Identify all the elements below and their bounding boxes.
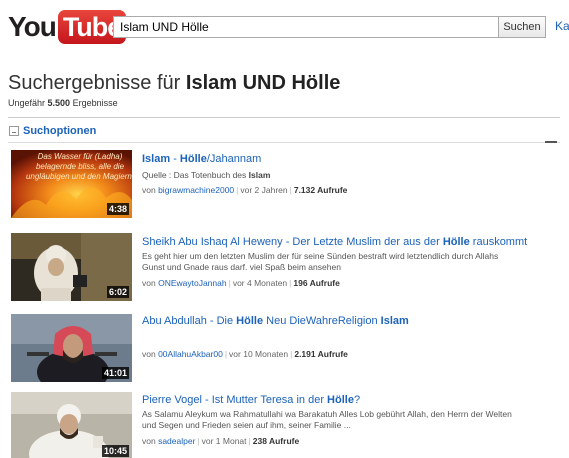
channel-link[interactable]: bigrawmachine2000 xyxy=(158,185,234,195)
desc-part: As Salamu Aleykum wa Rahmatullahi wa Bar… xyxy=(142,409,512,419)
title-part: Islam xyxy=(142,153,171,165)
video-meta: von sadealper | vor 1 Monat | 238 Aufrufe xyxy=(142,436,299,446)
video-description: Quelle : Das Totenbuch des Islam xyxy=(142,170,562,181)
video-title-link[interactable]: Islam - Hölle/Jahannam xyxy=(142,153,261,165)
title-part: Hölle xyxy=(179,153,207,165)
desc-part: Gunst und Gnade raus darf. viel Spaß bei… xyxy=(142,262,341,272)
title-part: Islam xyxy=(380,315,409,327)
title-part: Pierre Vogel - Ist Mutter Teresa in der xyxy=(142,394,328,406)
desc-part: Es geht hier um den letzten Muslim der f… xyxy=(142,251,499,261)
title-part: Neu DieWahreReligion xyxy=(263,315,381,327)
upload-age: vor 1 Monat xyxy=(201,436,247,446)
video-thumbnail[interactable]: 6:02 xyxy=(11,233,132,301)
separator: | xyxy=(197,436,200,446)
video-thumbnail[interactable]: Das Wasser für (Ladha) belagernde bliss,… xyxy=(11,150,132,218)
channel-link[interactable]: sadealper xyxy=(158,436,195,446)
search-input[interactable] xyxy=(113,16,498,38)
separator: | xyxy=(289,278,292,288)
upload-age: vor 2 Jahren xyxy=(240,185,288,195)
title-part: Hölle xyxy=(442,236,470,248)
video-title-link[interactable]: Pierre Vogel - Ist Mutter Teresa in der … xyxy=(142,394,360,406)
title-part: Abu Abdullah - Die xyxy=(142,315,237,327)
separator: | xyxy=(236,185,239,195)
video-meta: von bigrawmachine2000 | vor 2 Jahren | 7.132… xyxy=(142,185,347,195)
divider xyxy=(8,142,560,143)
view-count: 196 Aufrufe xyxy=(293,278,340,288)
title-prefix: Suchergebnisse für xyxy=(8,72,186,94)
title-part: ? xyxy=(353,394,361,406)
view-count: 7.132 Aufrufe xyxy=(293,185,348,195)
title-part: Hölle xyxy=(327,394,354,406)
header-link[interactable]: Ka xyxy=(555,19,569,33)
upload-age: vor 4 Monaten xyxy=(232,278,288,288)
video-title-link[interactable]: Sheikh Abu Ishaq Al Heweny - Der Letzte … xyxy=(142,236,527,248)
masthead: You Tube Suchen Ka xyxy=(0,0,569,60)
separator: | xyxy=(248,436,251,446)
video-duration: 4:38 xyxy=(106,203,129,215)
title-part: - xyxy=(170,153,180,165)
title-part: Sheikh Abu Ishaq Al Heweny - Der Letzte … xyxy=(142,236,443,248)
video-thumbnail[interactable]: 10:45 xyxy=(11,392,132,458)
view-count: 2.191 Aufrufe xyxy=(294,349,348,359)
page-title: Suchergebnisse für Islam UND Hölle xyxy=(8,72,340,95)
title-part: /Jahannam xyxy=(206,153,262,165)
divider xyxy=(8,117,560,118)
options-expand-icon xyxy=(9,126,19,136)
video-title-link[interactable]: Abu Abdullah - Die Hölle Neu DieWahreRel… xyxy=(142,315,409,327)
options-label: Suchoptionen xyxy=(23,125,97,137)
separator: | xyxy=(224,349,228,359)
video-duration: 10:45 xyxy=(101,445,129,457)
video-duration: 41:01 xyxy=(101,367,129,379)
by-label: von xyxy=(142,185,159,195)
youtube-logo[interactable]: You Tube xyxy=(8,10,127,44)
video-thumbnail[interactable]: 41:01 xyxy=(11,314,132,382)
desc-part: Quelle : Das Totenbuch des xyxy=(142,170,249,180)
title-query: Islam UND Hölle xyxy=(185,72,341,94)
video-duration: 6:02 xyxy=(106,286,129,298)
results-count: Ungefähr 5.500 Ergebnisse xyxy=(8,98,118,108)
desc-part: Islam xyxy=(248,170,271,180)
thumbnail-caption: Das Wasser für (Ladha) belagernde bliss,… xyxy=(25,152,132,181)
by-label: von xyxy=(142,436,159,446)
view-count: 238 Aufrufe xyxy=(252,436,300,446)
count-suffix: Ergebnisse xyxy=(70,98,118,108)
separator: | xyxy=(290,349,293,359)
by-label: von xyxy=(142,349,159,359)
search-button[interactable]: Suchen xyxy=(498,16,546,38)
count-prefix: Ungefähr xyxy=(8,98,48,108)
video-description: Es geht hier um den letzten Muslim der f… xyxy=(142,251,562,273)
channel-link[interactable]: ONEwaytoJannah xyxy=(158,278,227,288)
video-meta: von 00AllahuAkbar00 | vor 10 Monaten | 2.191… xyxy=(142,349,348,359)
separator: | xyxy=(289,185,292,195)
title-part: rauskommt xyxy=(469,236,528,248)
logo-you: You xyxy=(8,11,57,42)
title-part: Hölle xyxy=(236,315,264,327)
upload-age: vor 10 Monaten xyxy=(229,349,289,359)
count-value: 5.500 xyxy=(47,98,71,108)
channel-link[interactable]: 00AllahuAkbar00 xyxy=(158,349,223,359)
search-options-toggle[interactable]: Suchoptionen xyxy=(9,125,96,137)
video-meta: von ONEwaytoJannah | vor 4 Monaten | 196 Auf… xyxy=(142,278,340,288)
separator: | xyxy=(228,278,231,288)
by-label: von xyxy=(142,278,159,288)
collapse-icon[interactable] xyxy=(545,141,557,143)
desc-part: und Segen und Frieden seien auf ihm, sei… xyxy=(142,420,351,430)
video-description: As Salamu Aleykum wa Rahmatullahi wa Bar… xyxy=(142,409,562,431)
